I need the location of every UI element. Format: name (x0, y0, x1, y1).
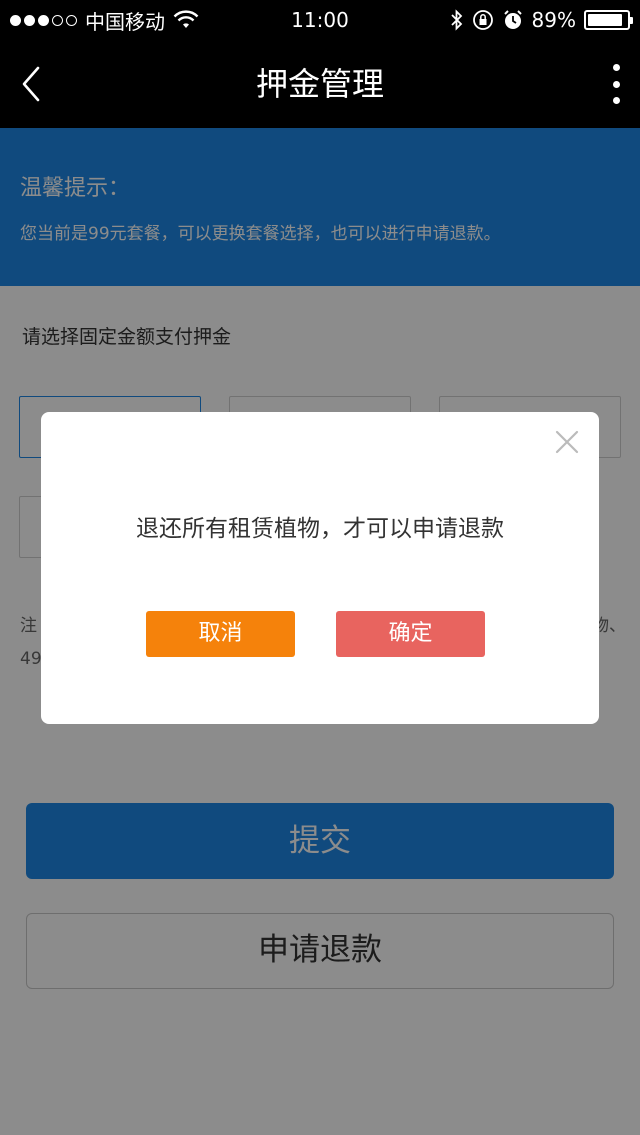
more-vertical-icon (612, 64, 620, 71)
more-button[interactable] (608, 64, 624, 104)
nav-bar: 押金管理 (0, 40, 640, 128)
cancel-button[interactable]: 取消 (146, 611, 295, 657)
battery-icon (584, 10, 633, 30)
more-dot (612, 97, 620, 104)
rotation-lock-icon (472, 10, 493, 30)
battery-fill (588, 14, 622, 26)
dialog-message: 退还所有租赁植物，才可以申请退款 (136, 516, 504, 542)
status-right: 89% (450, 0, 633, 40)
confirm-dialog: 退还所有租赁植物，才可以申请退款 取消 确定 (41, 412, 599, 724)
page-title: 押金管理 (255, 65, 384, 103)
dialog-close-button[interactable] (555, 430, 579, 454)
close-icon (555, 430, 579, 454)
bluetooth-icon (450, 9, 462, 31)
confirm-button[interactable]: 确定 (336, 611, 485, 657)
more-dot (612, 80, 620, 88)
battery-percent: 89% (531, 8, 576, 32)
alarm-icon (503, 10, 522, 29)
status-bar: 中国移动 11:00 89% (0, 0, 640, 40)
